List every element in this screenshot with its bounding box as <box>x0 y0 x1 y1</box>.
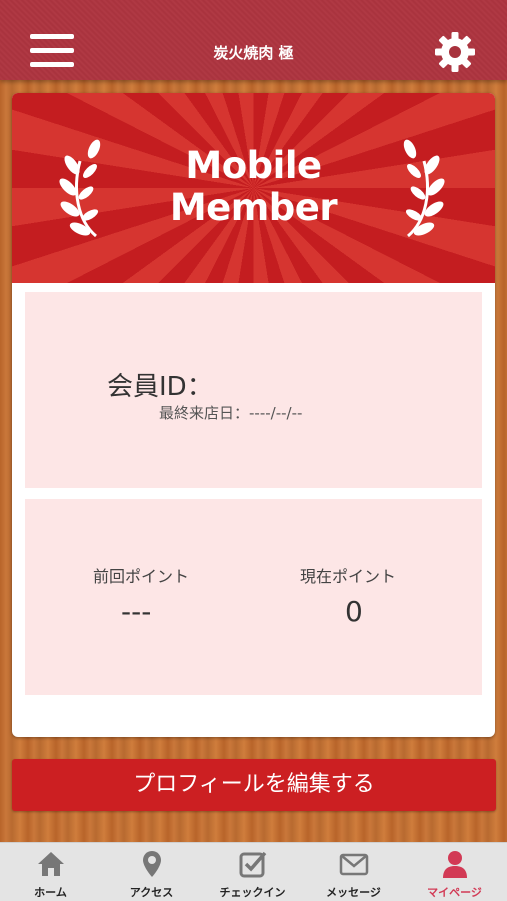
map-pin-icon <box>142 851 161 877</box>
checkbox-icon <box>239 851 266 878</box>
tab-label: ホーム <box>34 886 67 899</box>
tab-checkin[interactable]: チェックイン <box>202 843 303 901</box>
last-visit-label: 最終来店日： <box>159 404 250 422</box>
previous-points-label: 前回ポイント <box>93 567 190 586</box>
tab-home[interactable]: ホーム <box>0 843 101 901</box>
member-id-label: 会員ID： <box>107 372 213 402</box>
tab-label: チェックイン <box>219 886 286 899</box>
tab-label: メッセージ <box>326 886 381 899</box>
laurel-wreath-icon <box>403 139 445 238</box>
mobile-member-banner: Mobile Member <box>12 93 495 283</box>
tab-mypage[interactable]: マイページ <box>404 843 505 901</box>
envelope-icon <box>339 853 368 876</box>
current-points-value: 0 <box>345 595 363 628</box>
member-id-panel: 会員ID： 最終来店日：----/--/-- <box>25 292 482 488</box>
tab-message[interactable]: メッセージ <box>303 843 404 901</box>
member-card: Mobile Member 会員ID： 最終来店日：----/--/-- 前回ポ… <box>12 93 495 737</box>
last-visit: 最終来店日：----/--/-- <box>159 402 302 423</box>
home-icon <box>37 852 64 876</box>
previous-points-value: --- <box>121 595 152 628</box>
page-title: 炭火焼肉 極 <box>213 44 294 62</box>
edit-profile-button[interactable]: プロフィールを編集する <box>12 759 496 811</box>
bottom-tab-bar: ホーム アクセス チェックイン メッセージ マイページ <box>0 842 507 901</box>
tab-access[interactable]: アクセス <box>101 843 202 901</box>
tab-label: マイページ <box>427 886 482 899</box>
app-header: 炭火焼肉 極 <box>0 0 507 80</box>
tab-label: アクセス <box>129 886 174 899</box>
current-points-label: 現在ポイント <box>300 567 397 586</box>
points-panel: 前回ポイント 現在ポイント --- 0 <box>25 499 482 695</box>
last-visit-value: ----/--/-- <box>249 404 303 422</box>
person-icon <box>442 851 467 878</box>
gear-icon[interactable] <box>434 31 476 73</box>
